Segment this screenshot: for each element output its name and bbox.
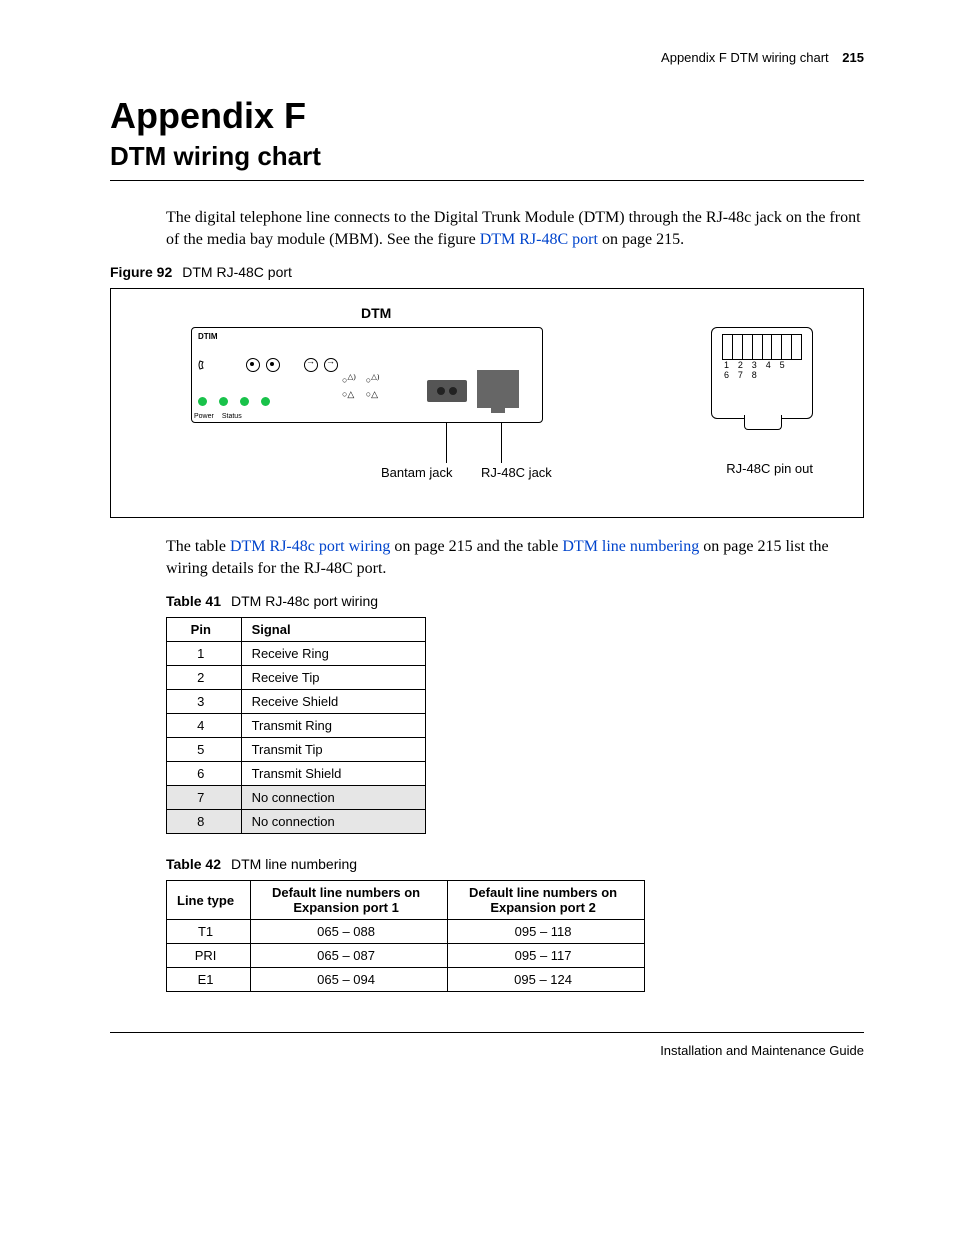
port-arrow-icon (304, 358, 318, 372)
callout-rj48c-pinout: RJ-48C pin out (726, 461, 813, 476)
table-row: 5Transmit Tip (167, 738, 426, 762)
table-42: Line type Default line numbers on Expans… (166, 880, 645, 992)
appendix-heading: Appendix F (110, 95, 864, 137)
led-icon (261, 397, 270, 406)
callout-line (446, 423, 447, 463)
col-exp2: Default line numbers on Expansion port 2 (448, 881, 645, 920)
table-row: 6Transmit Shield (167, 762, 426, 786)
rj48c-jack-icon (477, 370, 519, 408)
appendix-subtitle: DTM wiring chart (110, 141, 864, 172)
handset-icon (198, 359, 210, 371)
running-title: Appendix F DTM wiring chart (661, 50, 829, 65)
table-row: 3Receive Shield (167, 690, 426, 714)
intro-paragraph-1: The digital telephone line connects to t… (166, 207, 864, 250)
table-row: E1065 – 094095 – 124 (167, 968, 645, 992)
table-row: PRI065 – 087095 – 117 (167, 944, 645, 968)
table-row: 2Receive Tip (167, 666, 426, 690)
running-header: Appendix F DTM wiring chart 215 (110, 50, 864, 65)
indicator-shapes: ○△)○△) ○△○△ (342, 372, 379, 400)
col-pin: Pin (167, 618, 242, 642)
col-signal: Signal (241, 618, 425, 642)
table-row: 1Receive Ring (167, 642, 426, 666)
table-row: T1065 – 088095 – 118 (167, 920, 645, 944)
table-42-caption: Table 42DTM line numbering (166, 856, 864, 872)
led-icon (219, 397, 228, 406)
figure-92-box: DTM DTIM ○△)○△) ○△○△ (110, 288, 864, 518)
figure-92-caption: Figure 92DTM RJ-48C port (110, 264, 864, 280)
port-icon (266, 358, 280, 372)
xref-table-42[interactable]: DTM line numbering (562, 538, 699, 555)
xref-dtm-rj48c-port[interactable]: DTM RJ-48C port (480, 231, 598, 248)
table-row: 4Transmit Ring (167, 714, 426, 738)
page-number: 215 (842, 50, 864, 65)
led-icon (240, 397, 249, 406)
callout-bantam-jack: Bantam jack (381, 465, 453, 480)
table-row: 7No connection (167, 786, 426, 810)
col-exp1: Default line numbers on Expansion port 1 (251, 881, 448, 920)
table-row: 8No connection (167, 810, 426, 834)
dtm-module-icon: DTIM ○△)○△) ○△○△ Power (191, 327, 543, 423)
table-41-caption: Table 41DTM RJ-48c port wiring (166, 593, 864, 609)
port-icon (246, 358, 260, 372)
figure-dtm-label: DTM (361, 305, 391, 321)
callout-line (501, 423, 502, 463)
table-41: Pin Signal 1Receive Ring2Receive Tip3Rec… (166, 617, 426, 834)
rj48c-pinout-icon: 1 2 3 4 5 6 7 8 (711, 327, 813, 419)
xref-table-41[interactable]: DTM RJ-48c port wiring (230, 538, 390, 555)
footer-rule (110, 1032, 864, 1033)
callout-rj48c-jack: RJ-48C jack (481, 465, 552, 480)
col-linetype: Line type (167, 881, 251, 920)
led-icon (198, 397, 207, 406)
intro-paragraph-2: The table DTM RJ-48c port wiring on page… (166, 536, 864, 579)
footer-text: Installation and Maintenance Guide (110, 1043, 864, 1058)
title-rule (110, 180, 864, 181)
bantam-jack-icon (427, 380, 467, 402)
port-arrow-icon (324, 358, 338, 372)
